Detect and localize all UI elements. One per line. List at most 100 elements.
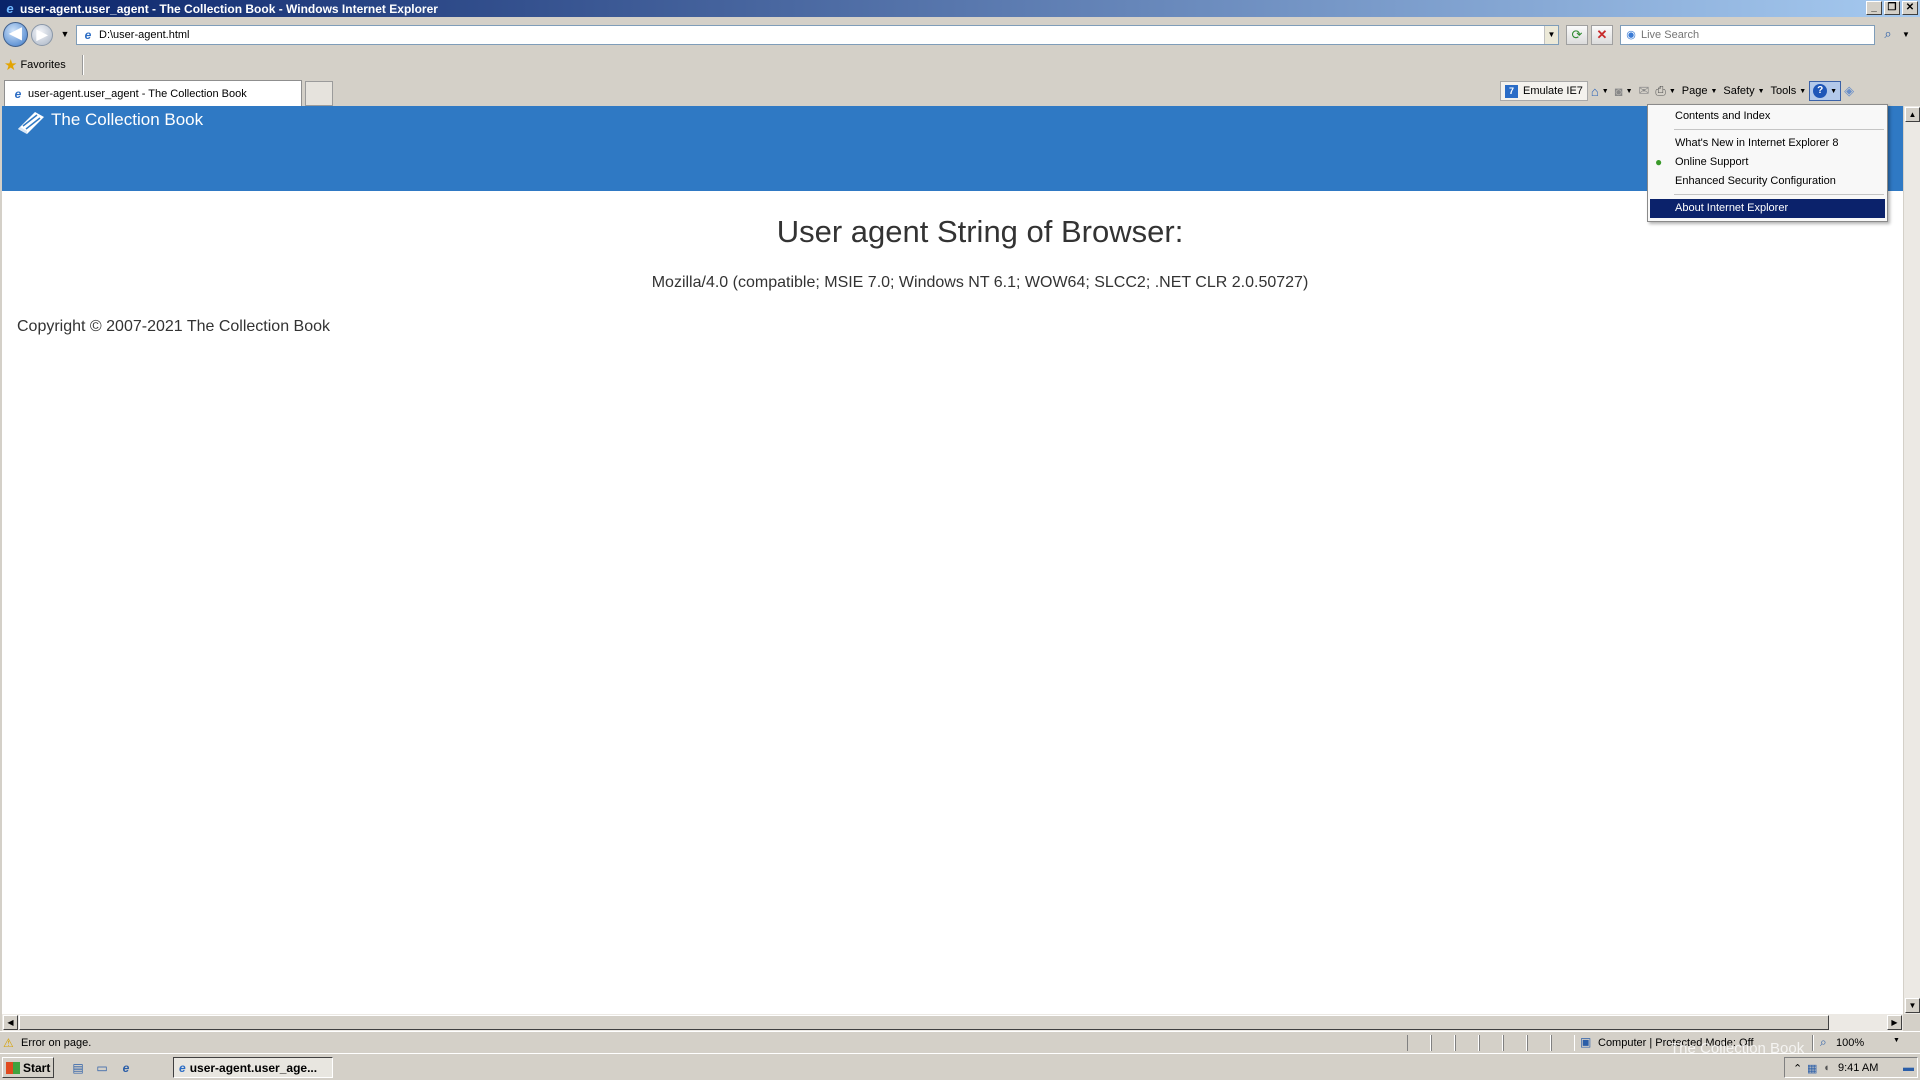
taskbar-ie-label: user-agent.user_age...: [189, 1060, 318, 1075]
taskbar-ie-button[interactable]: e user-agent.user_age...: [173, 1057, 333, 1078]
computer-zone-icon: ▣: [1580, 1035, 1592, 1049]
chevron-down-icon: ▼: [1625, 87, 1633, 95]
vertical-scrollbar[interactable]: ▲ ▼: [1903, 106, 1920, 1014]
status-pane: [1503, 1035, 1527, 1051]
menu-separator: [1674, 129, 1884, 130]
windows-flag-icon: [6, 1061, 20, 1074]
minimize-button[interactable]: _: [1866, 1, 1882, 15]
emulate-ie7-button[interactable]: 7 Emulate IE7: [1500, 81, 1588, 101]
refresh-button[interactable]: ⟳: [1566, 25, 1588, 45]
toolbar-separator: [82, 55, 84, 75]
tools-menu-button[interactable]: Tools ▼: [1768, 80, 1810, 102]
back-button[interactable]: ◀: [3, 22, 28, 47]
status-pane: [1527, 1035, 1551, 1051]
tools-menu-label: Tools: [1770, 85, 1797, 97]
research-button[interactable]: ◈: [1841, 80, 1857, 102]
zoom-level[interactable]: 100%: [1836, 1037, 1864, 1049]
chevron-down-icon: ▼: [1757, 87, 1765, 95]
new-tab-button[interactable]: [305, 81, 333, 106]
tab-active[interactable]: e user-agent.user_agent - The Collection…: [4, 80, 302, 107]
search-box[interactable]: ◉: [1620, 25, 1875, 45]
copyright-text: Copyright © 2007-2021 The Collection Boo…: [17, 318, 331, 335]
command-bar: 7 Emulate IE7 ⌂ ▼ ◙ ▼ ✉ ⎙ ▼ Page ▼ Safety ▼ T…: [1500, 80, 1857, 102]
safety-menu-label: Safety: [1723, 85, 1755, 97]
taskbar: Start ▤ ▭ e e user-agent.user_age... ⌃ ▦…: [0, 1053, 1920, 1080]
chevron-down-icon: ▼: [1710, 87, 1718, 95]
ie-quicklaunch-icon[interactable]: e: [118, 1060, 134, 1076]
menu-item-contents-index[interactable]: Contents and Index: [1650, 107, 1885, 126]
start-button[interactable]: Start: [2, 1057, 54, 1078]
scroll-down-icon[interactable]: ▼: [1905, 998, 1920, 1013]
restore-button[interactable]: ❐: [1884, 1, 1900, 15]
help-menu-button[interactable]: ? ▼: [1809, 81, 1842, 101]
show-desktop-icon[interactable]: ▭: [94, 1060, 110, 1076]
status-bar: ⚠ Error on page. ▣ Computer | Protected …: [0, 1031, 1920, 1053]
zoom-icon: ⌕: [1820, 1035, 1827, 1049]
compat-icon: 7: [1505, 84, 1518, 98]
page-icon: e: [84, 28, 92, 42]
menu-item-whats-new[interactable]: What's New in Internet Explorer 8: [1650, 134, 1885, 153]
status-pane: [1431, 1035, 1455, 1051]
menu-item-enhanced-security[interactable]: Enhanced Security Configuration: [1650, 172, 1885, 191]
status-pane: [1407, 1035, 1431, 1051]
print-button[interactable]: ⎙ ▼: [1652, 80, 1678, 102]
read-mail-button[interactable]: ✉: [1636, 80, 1653, 102]
emulate-label: Emulate IE7: [1523, 85, 1583, 97]
site-header: [2, 106, 1903, 191]
user-agent-string: Mozilla/4.0 (compatible; MSIE 7.0; Windo…: [651, 274, 1309, 291]
clock[interactable]: 9:41 AM: [1838, 1062, 1878, 1074]
address-bar[interactable]: e ▼: [76, 25, 1559, 45]
status-message[interactable]: Error on page.: [21, 1037, 91, 1049]
tab-ie-icon: e: [14, 87, 22, 101]
window-title-bar[interactable]: e user-agent.user_agent - The Collection…: [0, 0, 1920, 17]
volume-icon[interactable]: ◖: [1823, 1062, 1830, 1074]
server-manager-icon[interactable]: ▤: [70, 1060, 86, 1076]
research-icon: ◈: [1844, 83, 1855, 98]
site-name[interactable]: The Collection Book: [51, 110, 203, 130]
chevron-down-icon: ▼: [1799, 87, 1807, 95]
close-button[interactable]: ✕: [1902, 1, 1918, 15]
zoom-dropdown-icon[interactable]: ▼: [1893, 1037, 1900, 1044]
menu-separator: [1674, 194, 1884, 195]
safety-menu-button[interactable]: Safety ▼: [1720, 80, 1767, 102]
star-icon: ★: [4, 57, 18, 74]
print-icon: ⎙: [1655, 83, 1666, 98]
warning-icon[interactable]: ⚠: [3, 1036, 14, 1050]
menu-item-about-ie[interactable]: About Internet Explorer: [1650, 199, 1885, 218]
protected-mode-pane: [1551, 1035, 1575, 1051]
window-title: user-agent.user_agent - The Collection B…: [20, 1, 438, 16]
menu-item-online-support[interactable]: Online Support: [1650, 153, 1885, 172]
horizontal-scroll-thumb[interactable]: [19, 1015, 1829, 1030]
page-menu-button[interactable]: Page ▼: [1679, 80, 1721, 102]
start-label: Start: [23, 1060, 51, 1075]
network-icon[interactable]: ▦: [1807, 1062, 1817, 1075]
scroll-up-icon[interactable]: ▲: [1905, 107, 1920, 122]
search-magnifier-icon[interactable]: ⌕: [1878, 25, 1898, 45]
status-divider: [1812, 1035, 1814, 1051]
show-desktop-tray-icon[interactable]: ▬: [1903, 1062, 1914, 1074]
chevron-down-icon: ▼: [1830, 87, 1838, 95]
book-logo-icon[interactable]: [15, 109, 47, 135]
chevron-down-icon: ▼: [1668, 87, 1676, 95]
home-button[interactable]: ⌂ ▼: [1588, 80, 1612, 102]
horizontal-scrollbar[interactable]: ◀ ▶: [2, 1014, 1903, 1031]
scroll-left-icon[interactable]: ◀: [3, 1015, 18, 1030]
feeds-button[interactable]: ◙ ▼: [1612, 80, 1636, 102]
address-dropdown-icon[interactable]: ▼: [1544, 26, 1558, 44]
help-dropdown-menu: Contents and Index What's New in Interne…: [1647, 104, 1888, 222]
stop-button[interactable]: ✕: [1591, 25, 1613, 45]
recent-pages-dropdown[interactable]: ▼: [60, 28, 70, 40]
tab-title: user-agent.user_agent - The Collection B…: [28, 88, 247, 100]
chevron-down-icon: ▼: [1601, 87, 1609, 95]
address-toolbar: ◀ ▶ ▼ e ▼ ⟳ ✕ ◉ ⌕ ▼: [0, 17, 1920, 52]
scroll-right-icon[interactable]: ▶: [1887, 1015, 1902, 1030]
search-input[interactable]: [1641, 29, 1874, 41]
favorites-button[interactable]: ★ Favorites: [4, 55, 66, 75]
scrollbar-corner: [1903, 1014, 1920, 1031]
forward-button[interactable]: ▶: [31, 24, 53, 46]
mail-icon: ✉: [1638, 83, 1650, 98]
watermark: The Collection Book: [1670, 1040, 1805, 1057]
tray-expand-icon[interactable]: ⌃: [1793, 1062, 1802, 1075]
search-options-dropdown[interactable]: ▼: [1900, 25, 1912, 45]
address-input[interactable]: [99, 27, 1544, 43]
